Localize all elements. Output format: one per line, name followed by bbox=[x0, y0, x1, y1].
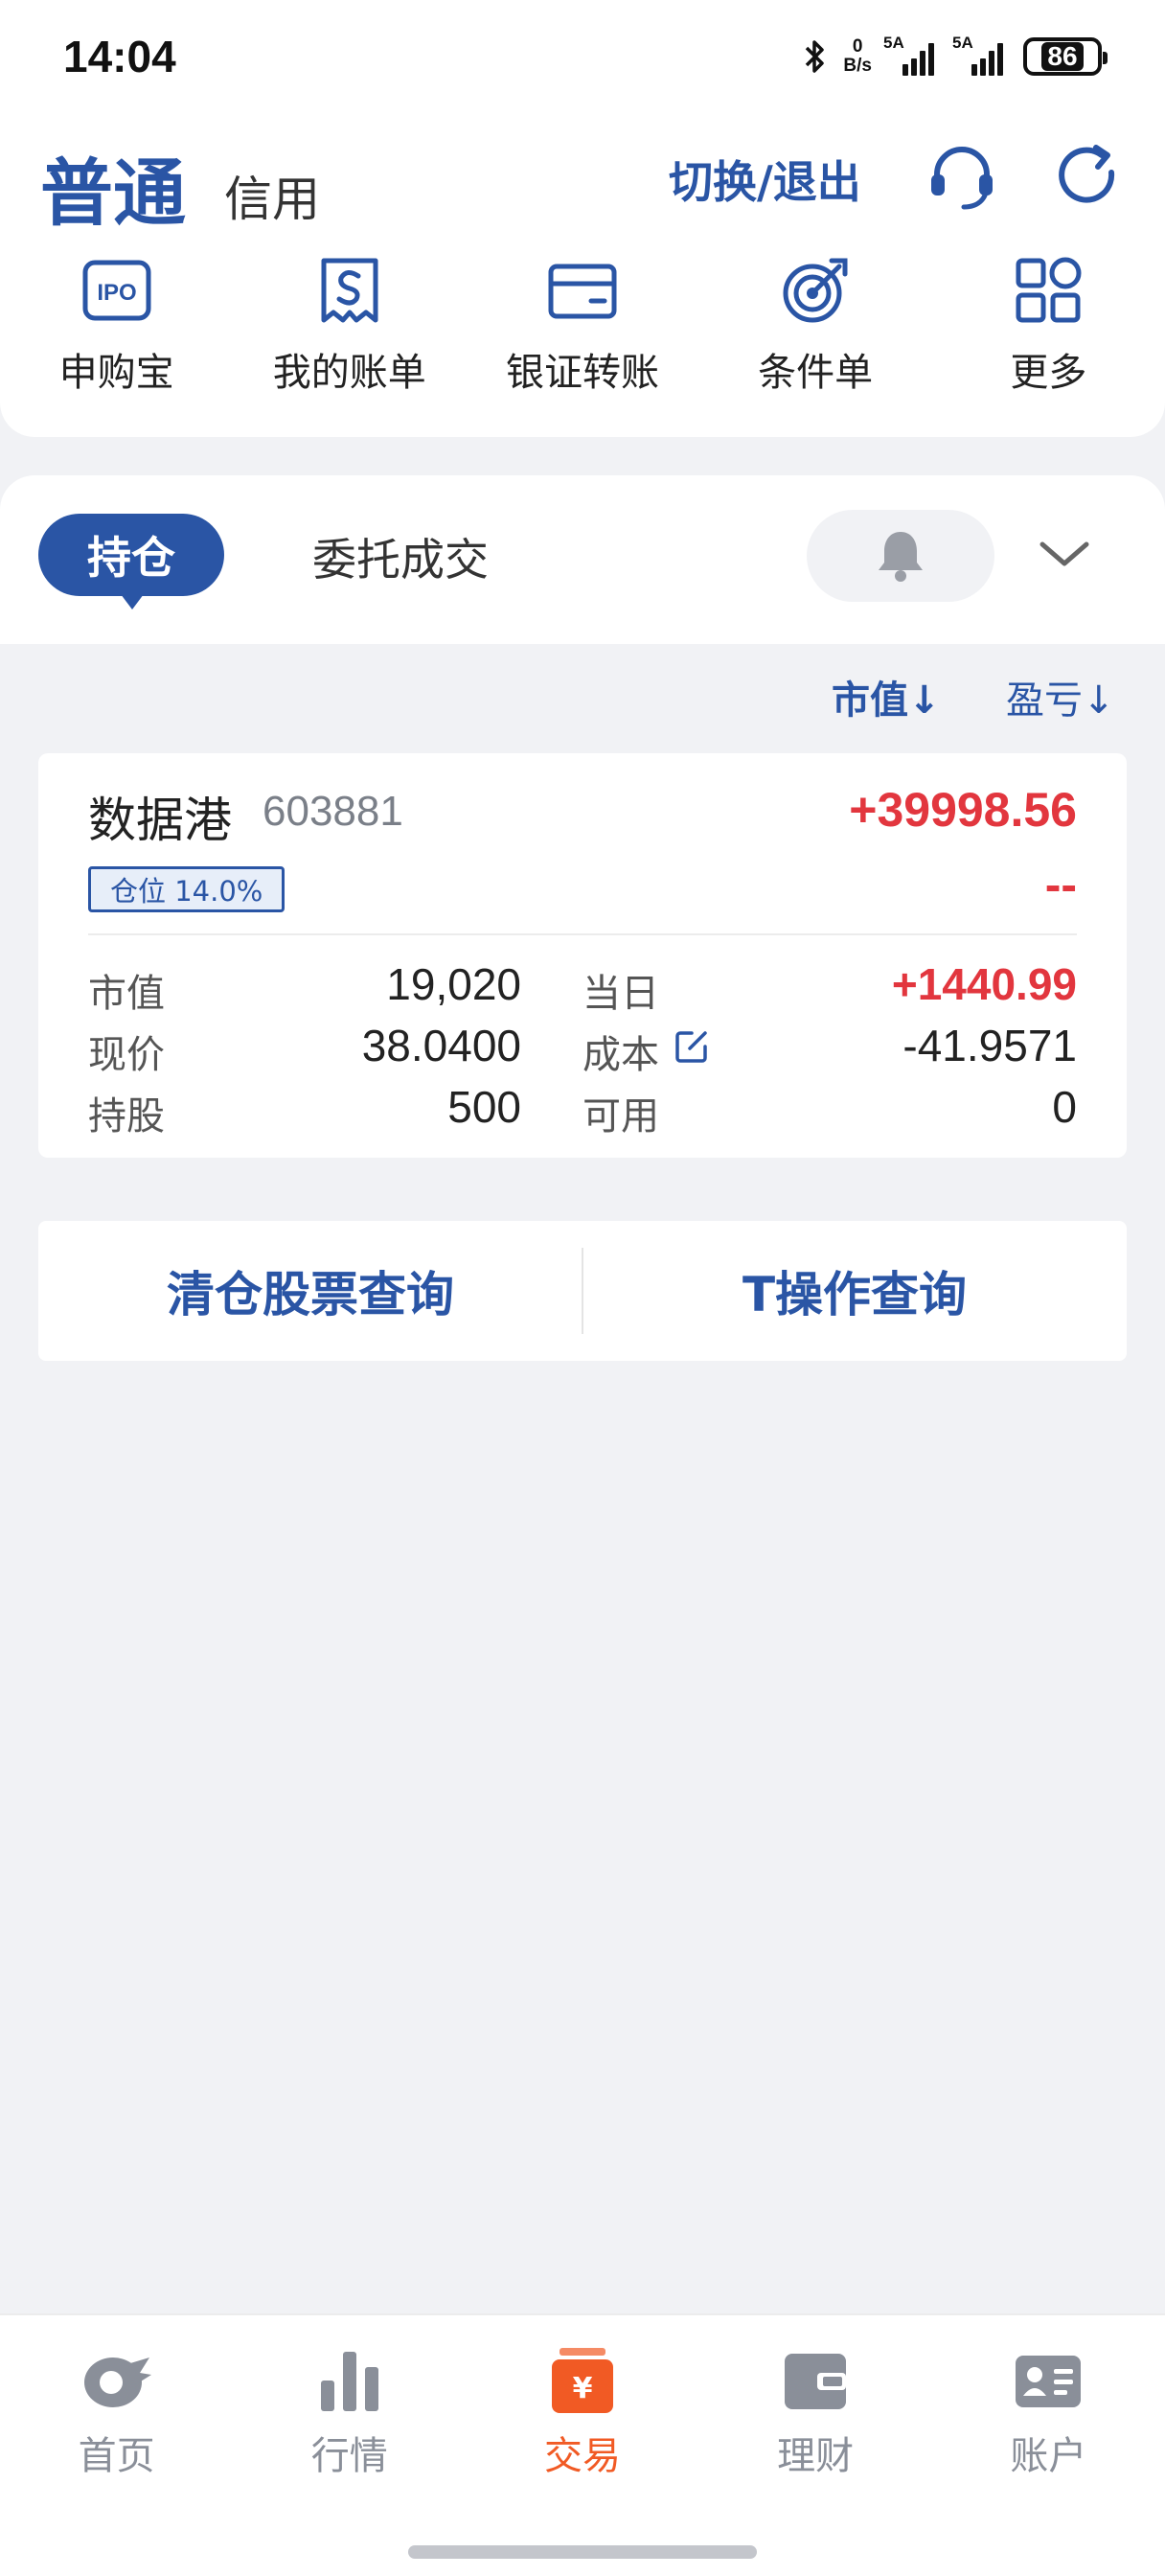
query-buttons: 清仓股票查询 T操作查询 bbox=[38, 1221, 1127, 1361]
shortcut-label: 我的账单 bbox=[272, 351, 426, 395]
market-value-label: 市值 bbox=[88, 972, 165, 1016]
shortcut-bill[interactable]: 我的账单 bbox=[233, 247, 466, 420]
signal-label: 5A bbox=[952, 34, 973, 52]
wallet-icon bbox=[785, 2354, 847, 2409]
profit-loss-ratio: -- bbox=[1044, 858, 1077, 911]
customer-service-icon[interactable] bbox=[925, 140, 998, 213]
chevron-down-icon[interactable] bbox=[1035, 533, 1094, 577]
market-value: 19,020 bbox=[386, 959, 521, 1009]
tab-holdings[interactable]: 持仓 bbox=[38, 514, 224, 610]
trade-icon: ¥ bbox=[551, 2348, 613, 2413]
current-price: 38.0400 bbox=[361, 1021, 521, 1070]
shortcut-more[interactable]: 更多 bbox=[932, 247, 1165, 420]
account-header: 普通 信用 切换/退出 IPO 申购宝 我的账单 银证转账 条件单 更多 bbox=[0, 113, 1165, 437]
stock-code: 603881 bbox=[263, 788, 403, 835]
target-icon bbox=[783, 258, 848, 323]
status-time: 14:04 bbox=[63, 32, 176, 81]
nav-label: 行情 bbox=[310, 2434, 388, 2478]
bill-icon bbox=[321, 258, 378, 323]
shortcut-label: 更多 bbox=[1010, 351, 1087, 395]
status-icons: 0 B/s 5A 5A 86 bbox=[801, 34, 1108, 79]
position-ratio-badge: 仓位 14.0% bbox=[88, 866, 286, 912]
tab-orders[interactable]: 委托成交 bbox=[312, 525, 489, 588]
divider bbox=[88, 933, 1077, 935]
nav-label: 账户 bbox=[1010, 2434, 1087, 2478]
price-label: 现价 bbox=[88, 1033, 165, 1077]
nav-label: 首页 bbox=[78, 2434, 155, 2478]
total-profit-loss: +39998.56 bbox=[849, 783, 1077, 837]
alert-button[interactable] bbox=[807, 510, 994, 602]
shortcut-label: 银证转账 bbox=[505, 351, 659, 395]
bluetooth-icon bbox=[806, 40, 825, 73]
stock-name: 数据港 bbox=[88, 793, 232, 848]
card-icon bbox=[548, 264, 617, 319]
shortcut-bank-transfer[interactable]: 银证转账 bbox=[466, 247, 698, 420]
refresh-icon[interactable] bbox=[1052, 140, 1125, 213]
shortcut-ipo[interactable]: IPO 申购宝 bbox=[0, 247, 233, 420]
account-credit-tab[interactable]: 信用 bbox=[224, 161, 320, 230]
nav-label: 交易 bbox=[543, 2434, 621, 2478]
shares-available: 0 bbox=[1052, 1082, 1077, 1132]
svg-text:¥: ¥ bbox=[573, 2372, 593, 2405]
shortcut-conditional-order[interactable]: 条件单 bbox=[699, 247, 932, 420]
nav-wealth[interactable]: 理财 bbox=[699, 2344, 932, 2488]
available-label: 可用 bbox=[582, 1094, 659, 1138]
signal-label: 5A bbox=[883, 34, 904, 52]
sort-profit-loss[interactable]: 盈亏↓ bbox=[1006, 669, 1115, 724]
nav-trade[interactable]: ¥ 交易 bbox=[466, 2344, 698, 2488]
home-icon bbox=[83, 2358, 151, 2407]
signal-strength-2: 5A bbox=[952, 34, 1010, 76]
shares-held: 500 bbox=[447, 1082, 521, 1132]
svg-text:IPO: IPO bbox=[97, 280, 136, 306]
signal-strength-1: 5A bbox=[883, 34, 941, 76]
network-speed: 0 B/s bbox=[843, 37, 872, 76]
shortcut-row: IPO 申购宝 我的账单 银证转账 条件单 更多 bbox=[0, 247, 1165, 420]
nav-label: 理财 bbox=[777, 2434, 855, 2478]
switch-exit-button[interactable]: 切换/退出 bbox=[669, 148, 861, 211]
cost-label: 成本 bbox=[582, 1033, 659, 1077]
bottom-nav: 首页 行情 ¥ 交易 理财 账户 bbox=[0, 2313, 1165, 2576]
edit-icon[interactable] bbox=[673, 1027, 711, 1066]
position-card[interactable]: 数据港 603881 +39998.56 仓位 14.0% -- 市值 19,0… bbox=[38, 753, 1127, 1158]
cost-price: -41.9571 bbox=[902, 1021, 1077, 1070]
cleared-stocks-query-button[interactable]: 清仓股票查询 bbox=[38, 1221, 582, 1361]
battery-level: 86 bbox=[1041, 42, 1084, 71]
trade-page: 14:04 0 B/s 5A 5A 86 普通 信用 切换/退出 IPO 申购宝… bbox=[0, 0, 1165, 2576]
nav-market[interactable]: 行情 bbox=[233, 2344, 466, 2488]
today-profit: +1440.99 bbox=[891, 959, 1077, 1009]
account-icon bbox=[1016, 2356, 1082, 2407]
home-indicator[interactable] bbox=[408, 2545, 757, 2559]
grid-icon bbox=[1016, 257, 1082, 323]
status-bar: 14:04 0 B/s 5A 5A 86 bbox=[0, 0, 1165, 113]
ipo-icon: IPO bbox=[82, 260, 151, 321]
holdings-tab-bar: 持仓 委托成交 bbox=[0, 475, 1165, 644]
net-speed-value: 0 bbox=[852, 36, 863, 57]
sort-market-value[interactable]: 市值↓ bbox=[832, 669, 941, 724]
bell-icon bbox=[879, 532, 923, 582]
nav-account[interactable]: 账户 bbox=[932, 2344, 1165, 2488]
nav-home[interactable]: 首页 bbox=[0, 2344, 233, 2488]
account-normal-tab[interactable]: 普通 bbox=[40, 134, 186, 240]
t-operation-query-button[interactable]: T操作查询 bbox=[582, 1221, 1127, 1361]
shares-label: 持股 bbox=[88, 1094, 165, 1138]
shortcut-label: 申购宝 bbox=[58, 351, 174, 395]
net-speed-unit: B/s bbox=[843, 56, 872, 76]
today-label: 当日 bbox=[582, 972, 659, 1016]
market-icon bbox=[320, 2352, 378, 2411]
battery-icon: 86 bbox=[1023, 37, 1108, 76]
shortcut-label: 条件单 bbox=[758, 351, 874, 395]
